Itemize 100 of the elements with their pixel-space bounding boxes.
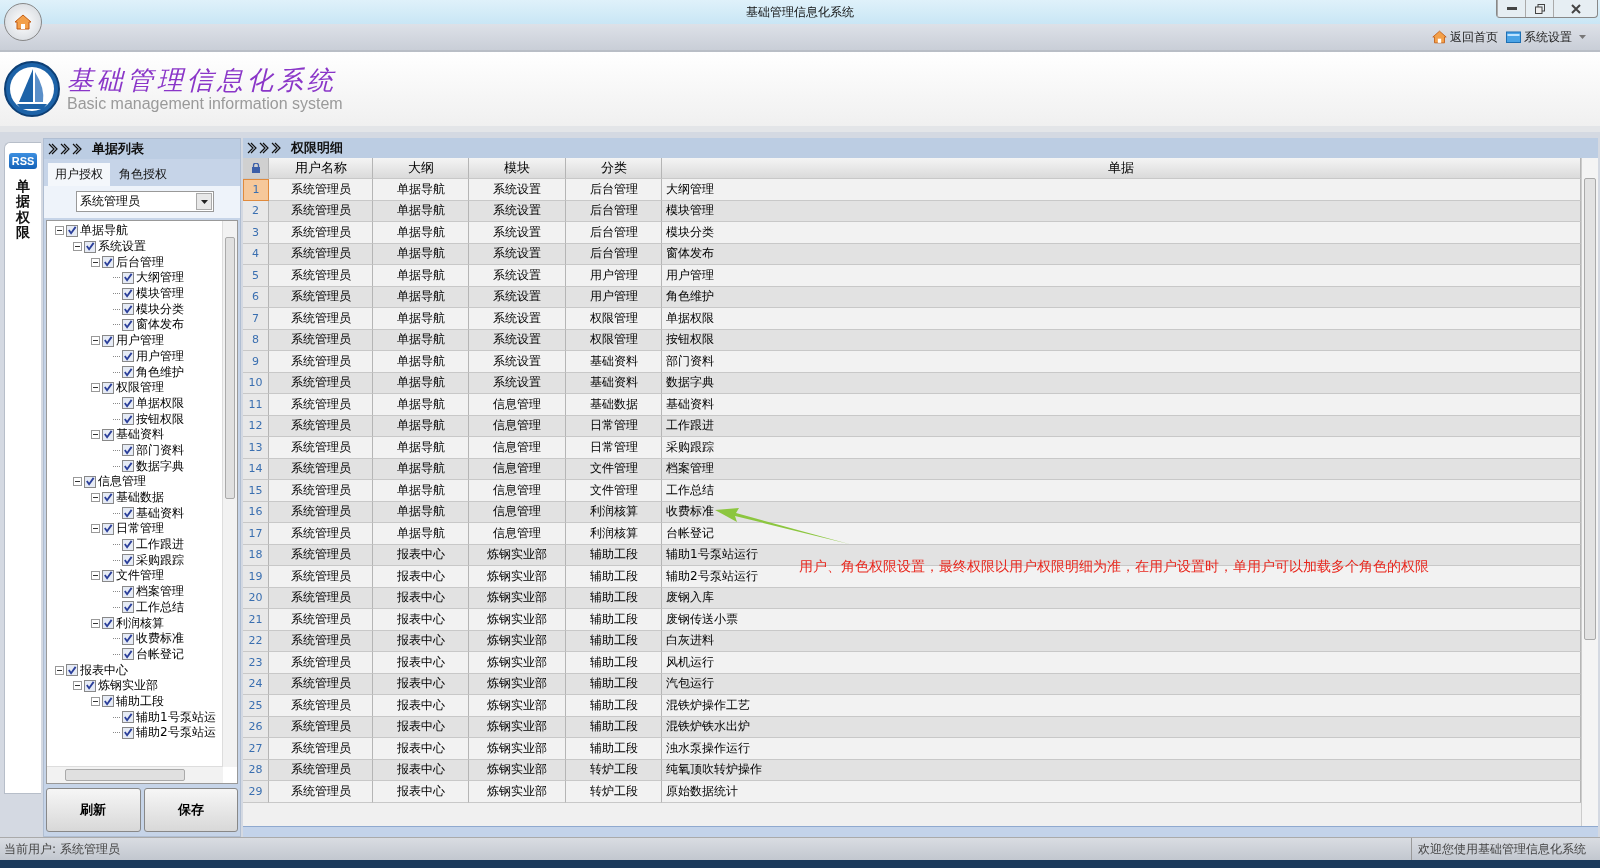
- tree-item[interactable]: 工作跟进: [136, 536, 184, 554]
- row-number[interactable]: 10: [243, 372, 269, 394]
- tree-item[interactable]: 基础资料: [136, 504, 184, 522]
- tree-item[interactable]: 权限管理: [116, 379, 164, 397]
- checkbox[interactable]: [122, 303, 134, 316]
- tree-item[interactable]: 信息管理: [98, 473, 146, 491]
- action-button[interactable]: 保存: [143, 788, 238, 832]
- row-number[interactable]: 7: [243, 308, 269, 330]
- checkbox[interactable]: [102, 381, 114, 394]
- action-button[interactable]: 刷新: [46, 788, 141, 832]
- row-number[interactable]: 29: [243, 781, 269, 803]
- checkbox[interactable]: [102, 334, 114, 347]
- tree-item[interactable]: 基础数据: [116, 489, 164, 507]
- checkbox[interactable]: [102, 695, 114, 708]
- checkbox[interactable]: [102, 522, 114, 535]
- collapse-icon[interactable]: [91, 571, 100, 581]
- checkbox[interactable]: [122, 350, 134, 363]
- checkbox[interactable]: [102, 491, 114, 504]
- checkbox[interactable]: [122, 397, 134, 410]
- collapse-icon[interactable]: [73, 681, 82, 691]
- tree-item[interactable]: 系统设置: [98, 238, 146, 256]
- row-number[interactable]: 26: [243, 716, 269, 738]
- tab[interactable]: 角色授权: [112, 163, 174, 186]
- row-number[interactable]: 6: [243, 286, 269, 308]
- row-number[interactable]: 2: [243, 200, 269, 222]
- scrollbar[interactable]: [1581, 158, 1598, 826]
- checkbox[interactable]: [122, 585, 134, 598]
- home-button[interactable]: 返回首页: [1432, 28, 1498, 46]
- tree-item[interactable]: 辅助2号泵站运: [136, 724, 216, 742]
- row-number[interactable]: 28: [243, 759, 269, 781]
- tree-item[interactable]: 收费标准: [136, 630, 184, 648]
- tree-item[interactable]: 日常管理: [116, 520, 164, 538]
- tree-item[interactable]: 台帐登记: [136, 645, 184, 663]
- row-number[interactable]: 19: [243, 566, 269, 588]
- settings-menu-button[interactable]: 系统设置: [1506, 28, 1586, 46]
- tree-item[interactable]: 档案管理: [136, 583, 184, 601]
- checkbox[interactable]: [84, 475, 96, 488]
- checkbox[interactable]: [122, 538, 134, 551]
- checkbox[interactable]: [66, 224, 78, 237]
- tree-item[interactable]: 角色维护: [136, 363, 184, 381]
- checkbox[interactable]: [122, 366, 134, 379]
- tree-item[interactable]: 采购跟踪: [136, 551, 184, 569]
- checkbox[interactable]: [122, 460, 134, 473]
- tree-item[interactable]: 辅助工段: [116, 692, 164, 710]
- row-number[interactable]: 14: [243, 458, 269, 480]
- checkbox[interactable]: [122, 444, 134, 457]
- tree-item[interactable]: 报表中心: [80, 661, 128, 679]
- checkbox[interactable]: [84, 679, 96, 692]
- tree-item[interactable]: 按钮权限: [136, 410, 184, 428]
- row-number[interactable]: 8: [243, 329, 269, 351]
- horizontal-scrollbar[interactable]: [47, 766, 223, 783]
- checkbox[interactable]: [122, 726, 134, 739]
- checkbox[interactable]: [84, 240, 96, 253]
- row-number[interactable]: 9: [243, 351, 269, 373]
- collapse-icon[interactable]: [91, 524, 100, 534]
- checkbox[interactable]: [102, 256, 114, 269]
- tree-item[interactable]: 模块分类: [136, 300, 184, 318]
- tree-item[interactable]: 辅助1号泵站运: [136, 708, 216, 726]
- row-number[interactable]: 22: [243, 630, 269, 652]
- collapse-icon[interactable]: [91, 257, 100, 267]
- tree-item[interactable]: 用户管理: [136, 347, 184, 365]
- user-dropdown[interactable]: 系统管理员: [76, 191, 214, 212]
- collapse-icon[interactable]: [55, 226, 64, 236]
- checkbox[interactable]: [102, 569, 114, 582]
- row-number[interactable]: 25: [243, 695, 269, 717]
- checkbox[interactable]: [122, 648, 134, 661]
- checkbox[interactable]: [122, 507, 134, 520]
- tree-item[interactable]: 后台管理: [116, 253, 164, 271]
- checkbox[interactable]: [102, 617, 114, 630]
- side-tab[interactable]: RSS 单据权限: [4, 142, 41, 794]
- row-number[interactable]: 15: [243, 480, 269, 502]
- row-number[interactable]: 3: [243, 222, 269, 244]
- tree-item[interactable]: 工作总结: [136, 598, 184, 616]
- row-number[interactable]: 5: [243, 265, 269, 287]
- row-number[interactable]: 13: [243, 437, 269, 459]
- row-number[interactable]: 16: [243, 501, 269, 523]
- tree-item[interactable]: 利润核算: [116, 614, 164, 632]
- tab[interactable]: 用户授权: [48, 163, 110, 186]
- tree-item[interactable]: 部门资料: [136, 441, 184, 459]
- tree-item[interactable]: 文件管理: [116, 567, 164, 585]
- tree-item[interactable]: 模块管理: [136, 285, 184, 303]
- checkbox[interactable]: [122, 318, 134, 331]
- row-number[interactable]: 23: [243, 652, 269, 674]
- checkbox[interactable]: [122, 601, 134, 614]
- checkbox[interactable]: [122, 287, 134, 300]
- collapse-icon[interactable]: [91, 336, 100, 346]
- row-number[interactable]: 20: [243, 587, 269, 609]
- tree-item[interactable]: 基础资料: [116, 426, 164, 444]
- collapse-icon[interactable]: [91, 696, 100, 706]
- checkbox[interactable]: [122, 413, 134, 426]
- checkbox[interactable]: [66, 664, 78, 677]
- collapse-icon[interactable]: [91, 493, 100, 503]
- checkbox[interactable]: [122, 711, 134, 724]
- row-number[interactable]: 17: [243, 523, 269, 545]
- row-number[interactable]: 27: [243, 738, 269, 760]
- row-number[interactable]: 4: [243, 243, 269, 265]
- collapse-icon[interactable]: [91, 383, 100, 393]
- tree-item[interactable]: 炼钢实业部: [98, 677, 158, 695]
- checkbox[interactable]: [122, 632, 134, 645]
- collapse-icon[interactable]: [91, 618, 100, 628]
